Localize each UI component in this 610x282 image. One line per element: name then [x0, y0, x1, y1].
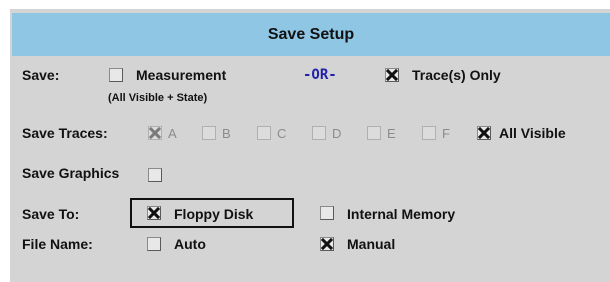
- trace-f-checkbox[interactable]: [422, 126, 436, 140]
- trace-d-checkbox[interactable]: [312, 126, 326, 140]
- check-x-icon: [148, 207, 160, 219]
- dialog-title: Save Setup: [12, 13, 610, 56]
- auto-checkbox[interactable]: [147, 237, 161, 251]
- internal-memory-checkbox[interactable]: [320, 206, 334, 220]
- trace-e-label: E: [387, 126, 396, 141]
- floppy-disk-label[interactable]: Floppy Disk: [174, 206, 253, 222]
- measurement-checkbox[interactable]: [109, 68, 123, 82]
- or-separator: -OR-: [303, 67, 337, 83]
- save-graphics-checkbox[interactable]: [148, 168, 162, 182]
- traces-only-label[interactable]: Trace(s) Only: [412, 67, 501, 83]
- trace-f-label: F: [442, 126, 450, 141]
- measurement-label[interactable]: Measurement: [136, 67, 226, 83]
- check-x-icon: [478, 127, 490, 139]
- trace-e-checkbox[interactable]: [367, 126, 381, 140]
- trace-b-checkbox[interactable]: [202, 126, 216, 140]
- trace-a-checkbox[interactable]: [148, 126, 162, 140]
- auto-label[interactable]: Auto: [174, 236, 206, 252]
- manual-checkbox[interactable]: [320, 237, 334, 251]
- trace-c-checkbox[interactable]: [257, 126, 271, 140]
- trace-c-label: C: [277, 126, 287, 141]
- manual-label[interactable]: Manual: [347, 236, 395, 252]
- save-to-label: Save To:: [22, 206, 80, 222]
- measurement-note: (All Visible + State): [108, 92, 208, 104]
- check-x-icon: [321, 238, 333, 250]
- floppy-disk-checkbox[interactable]: [147, 206, 161, 220]
- trace-b-label: B: [222, 126, 231, 141]
- file-name-label: File Name:: [22, 236, 93, 252]
- all-visible-label[interactable]: All Visible: [499, 125, 566, 141]
- save-traces-label: Save Traces:: [22, 125, 108, 141]
- dialog-title-text: Save Setup: [267, 25, 355, 43]
- save-label: Save:: [22, 67, 60, 83]
- check-x-icon: [149, 127, 161, 139]
- save-graphics-label: Save Graphics: [22, 165, 120, 181]
- check-x-icon: [386, 69, 398, 81]
- trace-d-label: D: [332, 126, 342, 141]
- internal-memory-label[interactable]: Internal Memory: [347, 206, 455, 222]
- trace-a-label: A: [168, 126, 177, 141]
- traces-only-checkbox[interactable]: [385, 68, 399, 82]
- all-visible-checkbox[interactable]: [477, 126, 491, 140]
